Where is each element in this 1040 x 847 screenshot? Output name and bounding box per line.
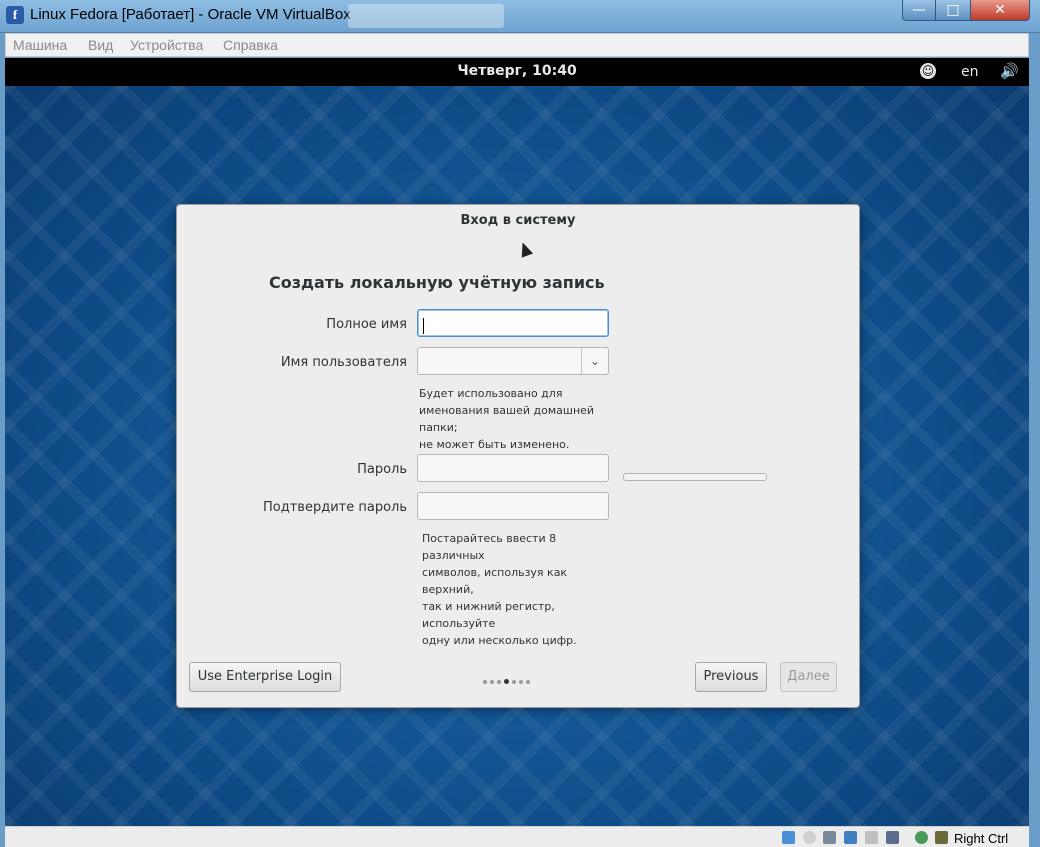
virtualbox-app-icon: f — [6, 6, 24, 24]
menu-devices[interactable]: Устройства — [130, 37, 203, 53]
pager-dot — [526, 679, 530, 684]
cd-icon[interactable] — [803, 831, 816, 844]
confirm-password-label: Подтвердите пароль — [263, 500, 407, 515]
chevron-down-icon[interactable]: ⌄ — [581, 348, 608, 374]
accessibility-icon[interactable]: ☺ — [920, 63, 936, 79]
maximize-button[interactable]: □ — [935, 0, 971, 21]
language-indicator[interactable]: en — [961, 64, 979, 80]
shared-folder-icon[interactable] — [865, 831, 878, 844]
capture-icon[interactable] — [915, 831, 928, 844]
menu-help[interactable]: Справка — [223, 37, 278, 53]
display-icon[interactable] — [886, 831, 899, 844]
vm-screen[interactable]: Четверг, 10:40 ☺ en 🔊 Вход в систему Соз… — [5, 58, 1029, 826]
status-bar: Right Ctrl — [5, 826, 1029, 847]
text-caret — [423, 318, 424, 334]
previous-button[interactable]: Previous — [695, 662, 767, 692]
pager-dot — [519, 679, 523, 684]
window-titlebar[interactable]: f Linux Fedora [Работает] - Oracle VM Vi… — [0, 0, 1040, 33]
confirm-password-input[interactable] — [417, 492, 609, 520]
pager-dot — [497, 679, 501, 684]
minimize-button[interactable]: — — [902, 0, 936, 21]
hdd-icon[interactable] — [782, 831, 795, 844]
setup-dialog: Вход в систему Создать локальную учётную… — [176, 204, 860, 708]
menu-bar: Машина Вид Устройства Справка — [5, 33, 1029, 57]
usb-icon[interactable] — [823, 831, 836, 844]
password-input[interactable] — [417, 454, 609, 482]
username-hint: Будет использовано для именования вашей … — [419, 387, 595, 451]
username-combobox[interactable]: ⌄ — [417, 347, 609, 375]
dialog-title: Вход в систему — [460, 213, 576, 228]
window-title: Linux Fedora [Работает] - Oracle VM Virt… — [30, 6, 351, 23]
titlebar-highlight — [348, 4, 504, 28]
pager-dot — [490, 679, 494, 684]
enterprise-login-button[interactable]: Use Enterprise Login — [189, 662, 341, 692]
menu-view[interactable]: Вид — [88, 37, 113, 53]
pager-dot-active — [504, 679, 509, 684]
password-hint: Постарайтесь ввести 8 различных символов… — [422, 532, 577, 647]
username-label: Имя пользователя — [280, 355, 407, 370]
page-indicator — [483, 671, 533, 684]
page-heading: Создать локальную учётную запись — [269, 273, 605, 292]
password-strength-bar — [623, 473, 767, 481]
mouse-integration-icon[interactable] — [935, 831, 948, 844]
fullname-label: Полное имя — [326, 317, 407, 332]
clock[interactable]: Четверг, 10:40 — [5, 63, 1029, 79]
network-icon[interactable] — [844, 831, 857, 844]
fullname-input[interactable] — [417, 309, 609, 337]
volume-icon[interactable]: 🔊 — [1000, 62, 1019, 80]
menu-machine[interactable]: Машина — [13, 37, 67, 53]
host-key-label: Right Ctrl — [954, 831, 1009, 846]
pager-dot — [483, 679, 487, 684]
password-label: Пароль — [357, 462, 407, 477]
gnome-top-bar: Четверг, 10:40 ☺ en 🔊 — [5, 58, 1029, 86]
close-button[interactable]: ✕ — [970, 0, 1030, 21]
next-button[interactable]: Далее — [780, 662, 837, 692]
pager-dot — [512, 679, 516, 684]
